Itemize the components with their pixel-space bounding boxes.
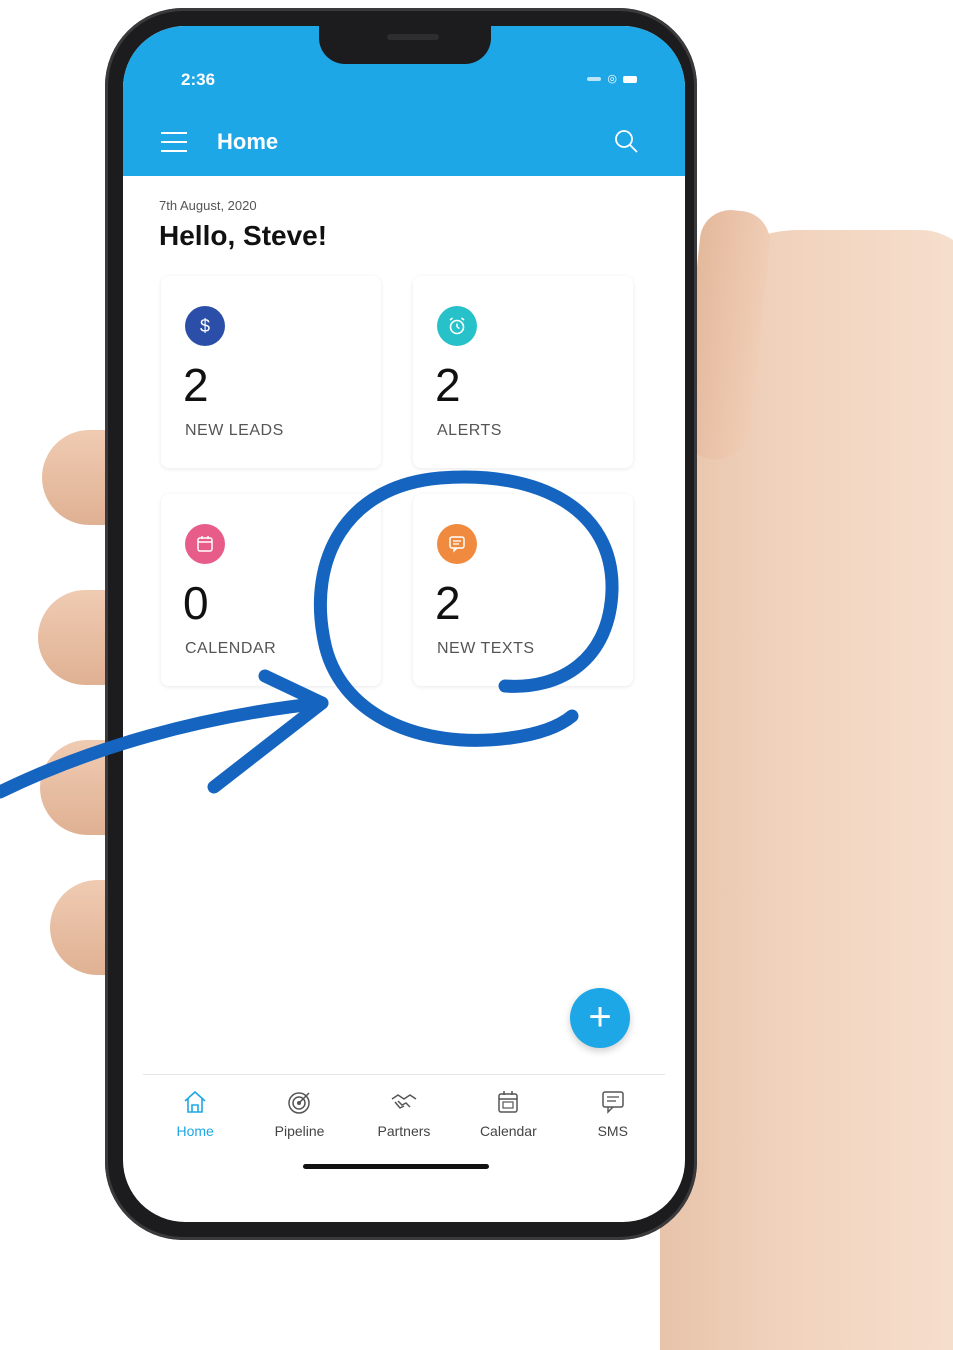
calendar-icon (498, 1091, 519, 1113)
status-time: 2:36 (181, 70, 216, 89)
card-label: NEW TEXTS (437, 640, 535, 657)
card-value: 0 (183, 577, 209, 629)
nav-item-sms[interactable]: SMS (563, 1075, 663, 1155)
nav-label: SMS (597, 1123, 628, 1139)
nav-item-home[interactable]: Home (145, 1075, 245, 1155)
nav-item-calendar[interactable]: Calendar (458, 1075, 558, 1155)
card-new-texts[interactable]: 2 NEW TEXTS (413, 494, 633, 686)
home-indicator (303, 1164, 489, 1169)
card-value: 2 (183, 359, 209, 411)
search-icon[interactable] (613, 128, 639, 154)
status-icons: ◎ (587, 73, 637, 85)
nav-item-pipeline[interactable]: Pipeline (250, 1075, 350, 1155)
card-label: NEW LEADS (185, 422, 284, 439)
nav-label: Pipeline (274, 1123, 325, 1139)
greeting-text: Hello, Steve! (159, 220, 328, 251)
card-value: 2 (435, 359, 461, 411)
handshake-icon (391, 1094, 417, 1109)
dollar-icon: $ (185, 306, 225, 346)
wifi-icon: ◎ (607, 73, 617, 85)
current-date: 7th August, 2020 (159, 198, 257, 213)
nav-label: Calendar (479, 1123, 537, 1139)
message-icon (437, 524, 477, 564)
chat-icon (602, 1091, 624, 1114)
signal-icon (587, 77, 602, 81)
target-icon (287, 1092, 310, 1114)
card-alerts[interactable]: 2 ALERTS (413, 276, 633, 468)
card-label: ALERTS (437, 422, 502, 439)
card-new-leads[interactable]: $ 2 NEW LEADS (161, 276, 381, 468)
bottom-nav: Home Pipeline Partners Calendar SMS (143, 1074, 665, 1155)
calendar-icon (185, 524, 225, 564)
add-button[interactable]: + (570, 988, 630, 1048)
app-bar: Home (123, 108, 685, 176)
notch (319, 26, 491, 64)
battery-icon (623, 75, 637, 83)
menu-icon[interactable] (161, 132, 187, 152)
status-bar: 2:36 ◎ (123, 26, 685, 108)
nav-item-partners[interactable]: Partners (354, 1075, 454, 1155)
card-label: CALENDAR (185, 640, 277, 657)
nav-label: Home (176, 1123, 214, 1139)
page-title: Home (217, 129, 279, 154)
home-icon (184, 1090, 206, 1113)
card-value: 2 (435, 577, 461, 629)
nav-label: Partners (377, 1123, 431, 1139)
phone-screen: 2:36 ◎ Home 7th August, 2020 Hello, Stev… (123, 26, 685, 1222)
alarm-icon (437, 306, 477, 346)
card-calendar[interactable]: 0 CALENDAR (161, 494, 381, 686)
